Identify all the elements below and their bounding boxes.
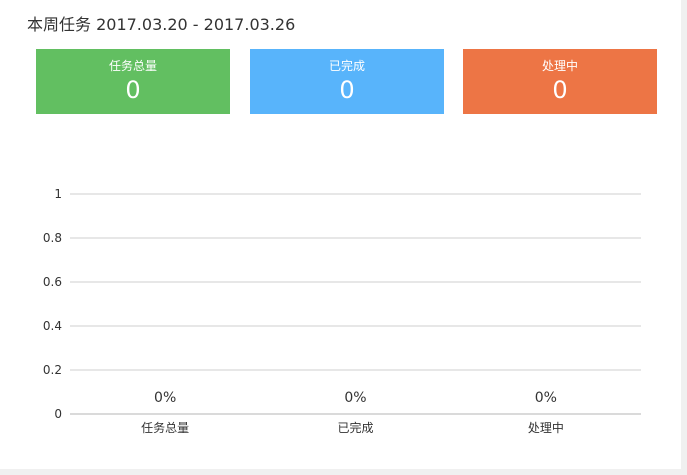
y-tick-label: 0.8 [43,231,62,245]
y-tick-label: 0.2 [43,363,62,377]
data-label: 0% [535,390,557,406]
y-tick-label: 0.4 [43,319,62,333]
task-bar-chart: 0 0.2 0.4 0.6 0.8 1 0% 任务总量 0% 已完成 0% 处理中 [43,187,641,435]
x-tick-label: 任务总量 [141,420,189,435]
data-label: 0% [344,390,366,406]
page: 本周任务 2017.03.20 - 2017.03.26 任务总量 0 已完成 … [0,0,687,475]
y-tick-label: 1 [54,187,62,201]
data-label: 0% [154,390,176,406]
x-tick-label: 已完成 [337,420,373,435]
x-tick-label: 处理中 [528,420,564,435]
y-tick-label: 0.6 [43,275,62,289]
y-tick-label: 0 [54,407,62,421]
weekly-tasks-panel: 本周任务 2017.03.20 - 2017.03.26 任务总量 0 已完成 … [0,0,681,469]
